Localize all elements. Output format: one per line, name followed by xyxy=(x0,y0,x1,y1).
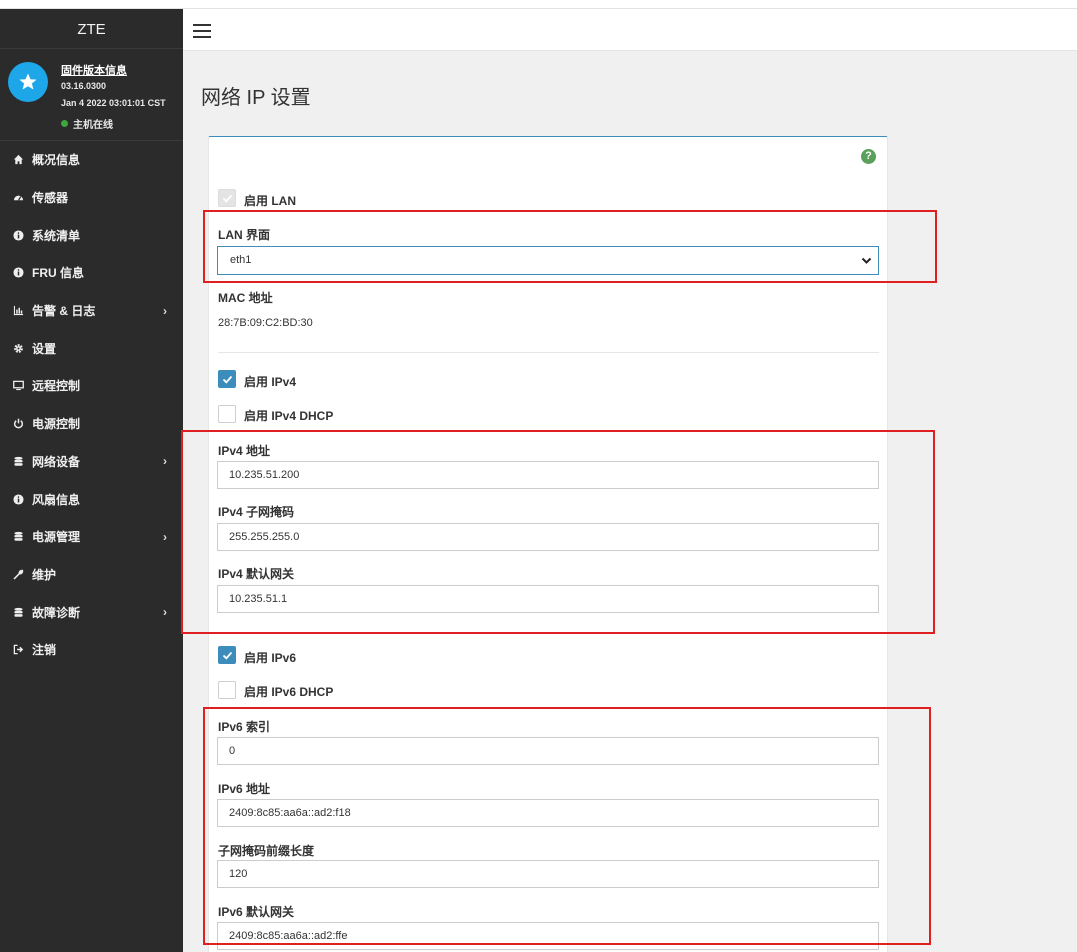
ipv4-address-input[interactable]: 10.235.51.200 xyxy=(217,461,879,489)
sidebar-menu: 概况信息 传感器 系统清单 FRU 信息 告警 & 日志 › 设置 远程控制 电… xyxy=(0,141,183,669)
gear-icon xyxy=(12,342,25,355)
browser-top-strip xyxy=(0,0,1077,9)
ipv4-address-label: IPv4 地址 xyxy=(218,444,271,458)
lan-interface-label: LAN 界面 xyxy=(218,228,270,242)
sidebar-item-label: 系统清单 xyxy=(32,228,81,243)
database-icon xyxy=(12,530,25,543)
help-icon[interactable]: ? xyxy=(861,149,876,164)
ipv6-prefix-label: 子网掩码前缀长度 xyxy=(218,844,315,858)
sidebar-item-fru[interactable]: FRU 信息 xyxy=(0,254,183,292)
enable-ipv6-checkbox[interactable] xyxy=(218,646,236,664)
host-status: 主机在线 xyxy=(61,116,113,131)
enable-ipv4-checkbox[interactable] xyxy=(218,370,236,388)
power-icon xyxy=(12,417,25,430)
sidebar-item-label: 网络设备 xyxy=(32,454,81,469)
database-icon xyxy=(12,455,25,468)
ipv6-index-label: IPv6 索引 xyxy=(218,720,271,734)
ipv4-gateway-label: IPv4 默认网关 xyxy=(218,567,295,581)
sidebar-item-label: 电源控制 xyxy=(32,417,81,432)
sidebar-item-diagnostics[interactable]: 故障诊断 › xyxy=(0,593,183,631)
wrench-icon xyxy=(12,568,25,581)
monitor-icon xyxy=(12,379,25,392)
sidebar-item-label: FRU 信息 xyxy=(32,266,84,281)
sidebar-item-fan-info[interactable]: 风扇信息 xyxy=(0,480,183,518)
sidebar-item-network-devices[interactable]: 网络设备 › xyxy=(0,443,183,481)
info-icon xyxy=(12,229,25,242)
menu-toggle-icon[interactable] xyxy=(193,24,211,38)
sidebar-item-maintenance[interactable]: 维护 xyxy=(0,556,183,594)
host-status-label: 主机在线 xyxy=(73,120,113,131)
chevron-right-icon: › xyxy=(163,303,167,318)
network-settings-card: ? 启用 LAN LAN 界面 eth1 MAC 地址 28:7B:09:C2:… xyxy=(208,136,888,952)
star-icon xyxy=(8,62,48,102)
sidebar-item-overview[interactable]: 概况信息 xyxy=(0,141,183,179)
lan-interface-select[interactable]: eth1 xyxy=(217,246,879,275)
mac-address-label: MAC 地址 xyxy=(218,291,273,305)
sidebar-item-remote-control[interactable]: 远程控制 xyxy=(0,367,183,405)
firmware-version: 03.16.0300 xyxy=(61,81,107,91)
lan-interface-value: eth1 xyxy=(230,254,252,266)
chevron-right-icon: › xyxy=(163,454,167,469)
top-navbar xyxy=(183,9,1077,51)
sidebar-item-logout[interactable]: 注销 xyxy=(0,631,183,669)
enable-ipv6-label: 启用 IPv6 xyxy=(244,651,297,665)
sidebar-item-settings[interactable]: 设置 xyxy=(0,329,183,367)
enable-lan-checkbox[interactable] xyxy=(218,189,236,207)
home-icon xyxy=(12,153,25,166)
sidebar-item-label: 注销 xyxy=(32,643,57,658)
sidebar-item-label: 告警 & 日志 xyxy=(32,304,96,319)
ipv4-gateway-input[interactable]: 10.235.51.1 xyxy=(217,585,879,613)
bar-chart-icon xyxy=(12,304,25,317)
sidebar-item-label: 风扇信息 xyxy=(32,492,81,507)
sidebar-item-label: 维护 xyxy=(32,567,57,582)
sidebar-item-power-management[interactable]: 电源管理 › xyxy=(0,518,183,556)
firmware-info-link[interactable]: 固件版本信息 xyxy=(61,62,127,78)
info-icon xyxy=(12,266,25,279)
ipv6-prefix-input[interactable]: 120 xyxy=(217,860,879,888)
sidebar-item-label: 设置 xyxy=(32,341,57,356)
sidebar-item-power-control[interactable]: 电源控制 xyxy=(0,405,183,443)
enable-ipv4-dhcp-checkbox[interactable] xyxy=(218,405,236,423)
ipv4-subnet-input[interactable]: 255.255.255.0 xyxy=(217,523,879,551)
sign-out-icon xyxy=(12,643,25,656)
sidebar-item-label: 故障诊断 xyxy=(32,605,81,620)
chevron-right-icon: › xyxy=(163,605,167,620)
sidebar-item-alarms-logs[interactable]: 告警 & 日志 › xyxy=(0,292,183,330)
info-icon xyxy=(12,493,25,506)
ipv6-index-input[interactable]: 0 xyxy=(217,737,879,765)
status-dot-icon xyxy=(61,120,68,127)
sidebar: ZTE 固件版本信息 03.16.0300 Jan 4 2022 03:01:0… xyxy=(0,9,183,952)
sidebar-item-label: 电源管理 xyxy=(32,530,81,545)
enable-ipv6-dhcp-checkbox[interactable] xyxy=(218,681,236,699)
ipv6-gateway-input[interactable]: 2409:8c85:aa6a::ad2:ffe xyxy=(217,922,879,950)
ipv6-address-label: IPv6 地址 xyxy=(218,782,271,796)
firmware-panel: 固件版本信息 03.16.0300 Jan 4 2022 03:01:01 CS… xyxy=(0,49,183,141)
chevron-down-icon xyxy=(861,257,872,264)
ipv6-address-input[interactable]: 2409:8c85:aa6a::ad2:f18 xyxy=(217,799,879,827)
enable-ipv4-label: 启用 IPv4 xyxy=(244,375,297,389)
sidebar-item-system-inventory[interactable]: 系统清单 xyxy=(0,216,183,254)
page-title: 网络 IP 设置 xyxy=(201,87,311,109)
main-content: 网络 IP 设置 ? 启用 LAN LAN 界面 eth1 MAC 地址 28:… xyxy=(183,51,1077,952)
ipv6-gateway-label: IPv6 默认网关 xyxy=(218,905,295,919)
sidebar-item-label: 远程控制 xyxy=(32,379,81,394)
firmware-date: Jan 4 2022 03:01:01 CST xyxy=(61,98,166,108)
enable-ipv4-dhcp-label: 启用 IPv4 DHCP xyxy=(244,409,334,423)
database-icon xyxy=(12,606,25,619)
chevron-right-icon: › xyxy=(163,529,167,544)
enable-ipv6-dhcp-label: 启用 IPv6 DHCP xyxy=(244,685,334,699)
enable-lan-label: 启用 LAN xyxy=(244,194,296,208)
sidebar-item-label: 传感器 xyxy=(32,191,69,206)
ipv4-subnet-label: IPv4 子网掩码 xyxy=(218,505,295,519)
mac-address-value: 28:7B:09:C2:BD:30 xyxy=(218,317,313,329)
sidebar-item-label: 概况信息 xyxy=(32,153,81,168)
gauge-icon xyxy=(12,191,25,204)
section-divider xyxy=(218,352,879,353)
sidebar-item-sensors[interactable]: 传感器 xyxy=(0,179,183,217)
brand-logo[interactable]: ZTE xyxy=(0,9,183,49)
